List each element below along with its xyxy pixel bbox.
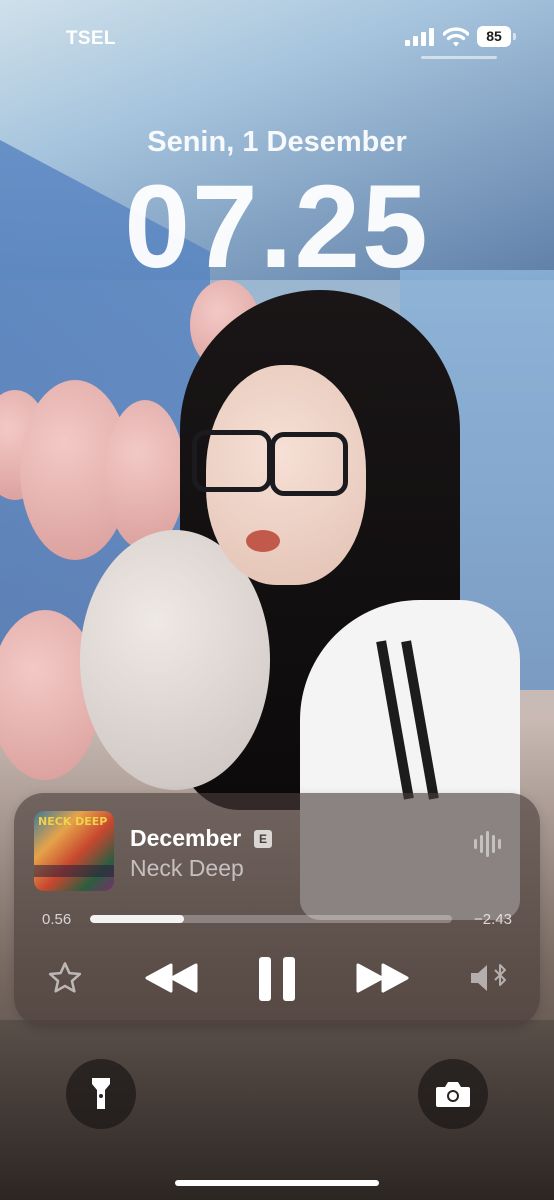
flashlight-button[interactable]: [66, 1059, 136, 1129]
wallpaper-glasses: [270, 432, 348, 496]
wallpaper-lips: [246, 530, 280, 552]
waveform-icon: [474, 831, 506, 857]
pause-icon: [259, 957, 295, 1001]
track-title: December: [130, 825, 242, 851]
rewind-icon: [145, 963, 198, 993]
camera-icon: [436, 1082, 470, 1107]
explicit-badge: E: [254, 830, 272, 848]
lock-time[interactable]: 07.25: [0, 168, 554, 286]
carrier-label: TSEL: [66, 28, 116, 49]
album-art[interactable]: NECK DEEP: [34, 811, 114, 891]
now-playing-widget[interactable]: NECK DEEP December E Neck Deep 0.56 −2.4…: [14, 793, 540, 1027]
wallpaper-plush: [105, 400, 185, 550]
home-indicator[interactable]: [175, 1180, 379, 1186]
battery-indicator: 85: [477, 26, 516, 47]
camera-button[interactable]: [418, 1059, 488, 1129]
cellular-signal-icon: [405, 28, 435, 46]
lock-date: Senin, 1 Desember: [147, 126, 407, 158]
playback-scrubber[interactable]: [90, 915, 452, 923]
remaining-time: −2.43: [474, 911, 512, 928]
favorite-button[interactable]: [44, 957, 86, 999]
elapsed-time: 0.56: [42, 911, 72, 928]
audio-output-button[interactable]: [466, 957, 512, 999]
speaker-bluetooth-icon: [471, 964, 506, 991]
album-art-text: NECK DEEP: [38, 815, 108, 828]
notification-pull-indicator: [421, 56, 497, 59]
track-artist: Neck Deep: [130, 855, 244, 881]
rewind-button[interactable]: [142, 957, 202, 999]
lock-screen: TSEL 85 Senin, 1 Desember 07.25 NECK DEE…: [0, 0, 554, 1200]
pause-button[interactable]: [252, 953, 302, 1005]
fast-forward-icon: [356, 963, 409, 993]
wifi-icon: [443, 27, 469, 47]
status-bar: TSEL 85: [0, 0, 554, 72]
playback-progress-fill: [90, 915, 185, 923]
flashlight-icon: [92, 1078, 110, 1109]
star-icon: [48, 962, 82, 993]
wallpaper-glasses: [192, 430, 272, 492]
fast-forward-button[interactable]: [352, 957, 412, 999]
